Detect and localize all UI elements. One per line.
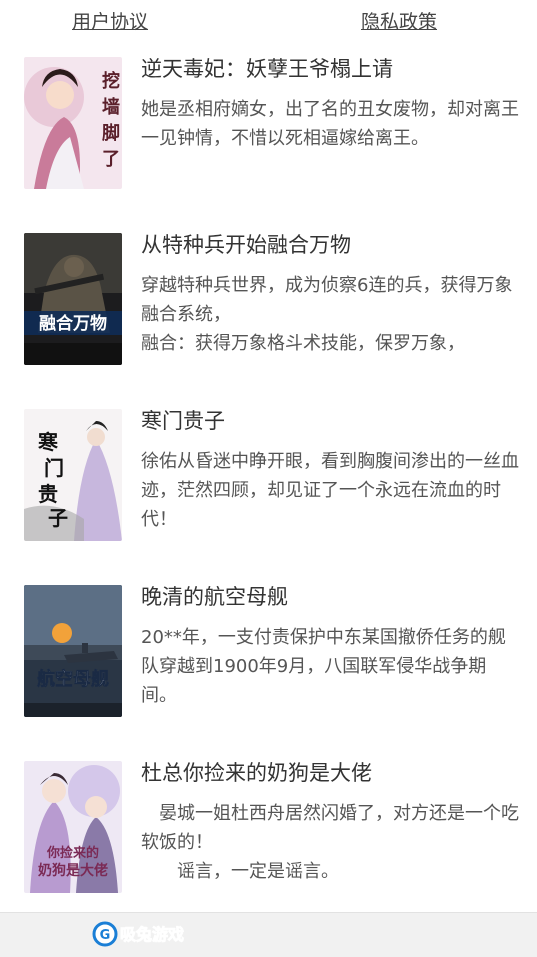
- book-description: 20**年，一支付责保护中东某国撤侨任务的舰队穿越到1900年9月，八国联军侵华…: [141, 627, 506, 706]
- book-cover[interactable]: 挖 墙 脚 了: [24, 57, 122, 189]
- book-title[interactable]: 杜总你捡来的奶狗是大佬: [141, 759, 521, 787]
- svg-text:脚: 脚: [102, 123, 120, 144]
- book-item[interactable]: 寒 门 贵 子 寒门贵子 徐佑从昏迷中睁开眼，看到胸腹间渗出的一丝血迹，茫然四顾…: [24, 409, 521, 541]
- book-title[interactable]: 晚清的航空母舰: [141, 583, 521, 611]
- book-title[interactable]: 从特种兵开始融合万物: [141, 231, 521, 259]
- svg-text:你捡来的: 你捡来的: [46, 845, 99, 861]
- footer-bar: [0, 912, 537, 957]
- svg-text:了: 了: [102, 149, 120, 170]
- book-cover[interactable]: 航空母舰: [24, 585, 122, 717]
- book-description: 她是丞相府嫡女，出了名的丑女废物，却对离王一见钟情，不惜以死相逼嫁给离王。: [141, 99, 519, 149]
- book-description: 晏城一姐杜西舟居然闪婚了，对方还是一个吃软饭的！ 谣言，一定是谣言。: [141, 803, 519, 882]
- cover-image-3: 寒 门 贵 子: [24, 409, 122, 541]
- book-item[interactable]: 航空母舰 晚清的航空母舰 20**年，一支付责保护中东某国撤侨任务的舰队穿越到1…: [24, 585, 521, 717]
- book-item[interactable]: 你捡来的 奶狗是大佬 杜总你捡来的奶狗是大佬 晏城一姐杜西舟居然闪婚了，对方还是…: [24, 761, 521, 893]
- cover-image-2: 融合万物: [24, 233, 122, 365]
- svg-text:融合万物: 融合万物: [39, 313, 107, 334]
- svg-text:寒: 寒: [38, 430, 59, 454]
- svg-text:门: 门: [44, 456, 64, 480]
- svg-text:G: G: [100, 928, 111, 943]
- watermark-logo: G 吸兔游戏: [92, 921, 200, 947]
- book-description: 穿越特种兵世界，成为侦察6连的兵，获得万象融合系统， 融合：获得万象格斗术技能，…: [141, 275, 513, 354]
- cover-image-5: 你捡来的 奶狗是大佬: [24, 761, 122, 893]
- svg-text:贵: 贵: [38, 482, 58, 506]
- cover-image-1: 挖 墙 脚 了: [24, 57, 122, 189]
- book-cover[interactable]: 寒 门 贵 子: [24, 409, 122, 541]
- svg-text:墙: 墙: [102, 96, 120, 118]
- book-cover[interactable]: 融合万物: [24, 233, 122, 365]
- cover-image-4: 航空母舰: [24, 585, 122, 717]
- svg-text:吸兔游戏: 吸兔游戏: [120, 925, 184, 944]
- privacy-policy-link[interactable]: 隐私政策: [361, 9, 437, 35]
- book-title[interactable]: 寒门贵子: [141, 407, 521, 435]
- svg-text:奶狗是大佬: 奶狗是大佬: [38, 862, 108, 879]
- book-description: 徐佑从昏迷中睁开眼，看到胸腹间渗出的一丝血迹，茫然四顾，却见证了一个永远在流血的…: [141, 451, 519, 530]
- svg-text:子: 子: [48, 506, 68, 530]
- svg-text:航空母舰: 航空母舰: [37, 668, 109, 690]
- book-item[interactable]: 融合万物 从特种兵开始融合万物 穿越特种兵世界，成为侦察6连的兵，获得万象融合系…: [24, 233, 521, 365]
- book-cover[interactable]: 你捡来的 奶狗是大佬: [24, 761, 122, 893]
- book-title[interactable]: 逆天毒妃：妖孽王爷榻上请: [141, 55, 521, 83]
- user-agreement-link[interactable]: 用户协议: [72, 9, 148, 35]
- svg-text:挖: 挖: [102, 70, 120, 92]
- book-item[interactable]: 挖 墙 脚 了 逆天毒妃：妖孽王爷榻上请 她是丞相府嫡女，出了名的丑女废物，却对…: [24, 57, 521, 189]
